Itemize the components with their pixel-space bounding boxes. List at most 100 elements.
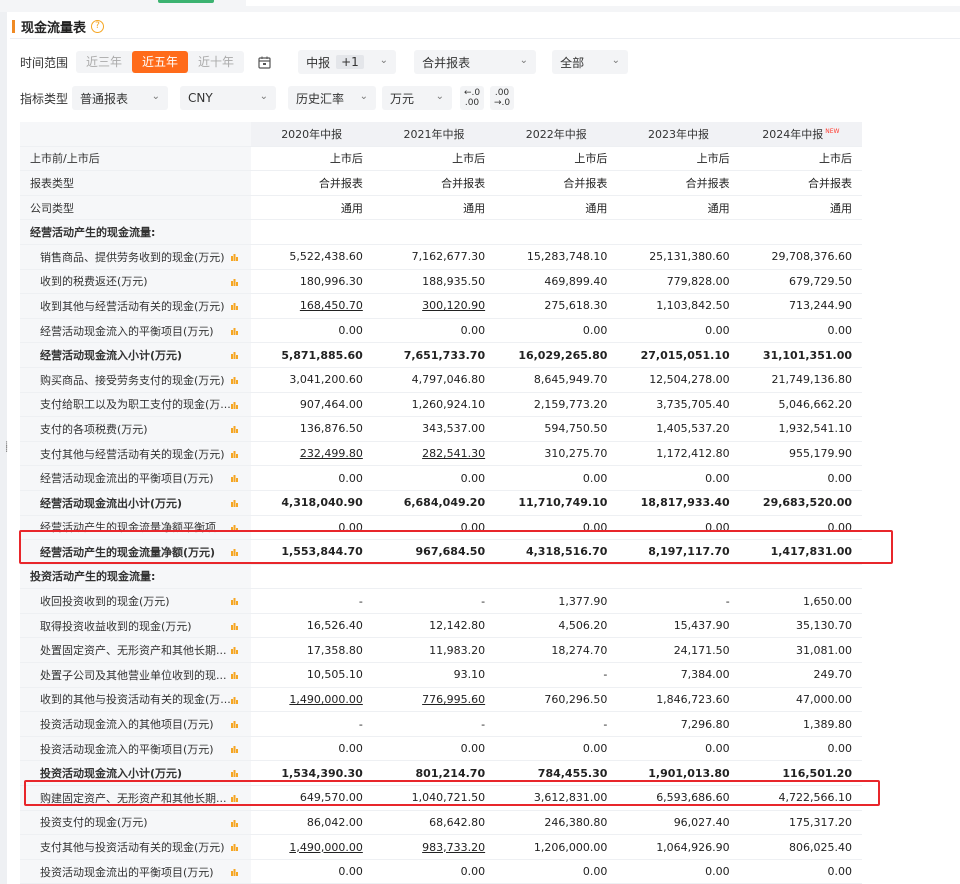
column-header[interactable]: 2020年中报	[250, 122, 373, 147]
table-cell[interactable]: 232,499.80	[250, 441, 373, 467]
unit-select[interactable]: 万元 ⌄	[382, 86, 453, 110]
bar-chart-icon[interactable]	[230, 277, 239, 286]
row-label-cell: 经营活动现金流出小计(万元)	[20, 490, 251, 516]
bar-chart-icon[interactable]	[230, 768, 239, 778]
table-cell[interactable]: 282,541.30	[372, 441, 496, 467]
row-label-cell: 支付其他与经营活动有关的现金(万元)	[20, 441, 251, 467]
table-cell	[250, 219, 373, 245]
table-cell: -	[372, 711, 496, 737]
row-label-cell: 收到其他与经营活动有关的现金(万元)	[20, 293, 251, 319]
table-cell[interactable]: 1,490,000.00	[250, 834, 373, 860]
table-cell[interactable]: 983,733.20	[372, 834, 496, 860]
period-select[interactable]: 中报 +1 ⌄	[298, 50, 397, 74]
time-option-10y[interactable]: 近十年	[188, 51, 244, 73]
time-range-label: 时间范围	[20, 55, 69, 70]
fx-rate-select[interactable]: 历史汇率 ⌄	[288, 86, 377, 110]
page-title: 现金流量表	[21, 20, 87, 36]
increase-decimal-button[interactable]: .00 →.0	[490, 86, 515, 110]
bar-chart-icon[interactable]	[230, 326, 239, 335]
table-row: 经营活动现金流入的平衡项目(万元) 0.00 0.00 0.00 0.00 0.00	[20, 318, 862, 344]
bar-chart-icon[interactable]	[230, 350, 239, 360]
bar-chart-icon[interactable]	[230, 719, 239, 729]
table-row: 支付其他与经营活动有关的现金(万元) 232,499.80 282,541.30 31…	[20, 441, 862, 467]
bar-chart-icon[interactable]	[230, 842, 239, 852]
indicator-type-select[interactable]: 普通报表 ⌄	[72, 86, 169, 110]
chevron-down-icon: ⌄	[151, 91, 161, 102]
bar-chart-icon[interactable]	[230, 375, 239, 384]
row-label-cell: 投资支付的现金(万元)	[20, 810, 251, 836]
bar-chart-icon[interactable]	[230, 400, 239, 409]
chevron-down-icon: ⌄	[359, 91, 369, 102]
bar-chart-icon[interactable]	[230, 473, 239, 483]
column-header[interactable]: 2024年中报 NEW	[739, 122, 862, 147]
help-icon[interactable]: ?	[91, 19, 105, 33]
table-cell	[739, 219, 862, 245]
row-label: 购买商品、接受劳务支付的现金(万元)	[40, 373, 225, 387]
bar-chart-icon[interactable]	[230, 424, 239, 434]
table-cell: 7,651,733.70	[372, 342, 496, 368]
bar-chart-icon[interactable]	[230, 621, 239, 630]
table-cell: 16,526.40	[250, 613, 373, 639]
table-cell[interactable]: 1,490,000.00	[250, 687, 373, 713]
column-header[interactable]: 2022年中报	[495, 122, 618, 147]
table-cell: 12,142.80	[372, 613, 496, 639]
column-header[interactable]: 2023年中报	[617, 122, 740, 147]
bar-chart-icon[interactable]	[230, 449, 239, 458]
table-row: 收到的其他与投资活动有关的现金(万... 1,490,000.00 776,995.…	[20, 687, 862, 713]
bar-chart-icon[interactable]	[230, 744, 239, 753]
table-cell: 806,025.40	[739, 834, 862, 860]
table-row: 取得投资收益收到的现金(万元) 16,526.40 12,142.80 4,506.2…	[20, 613, 862, 639]
chevron-down-icon: ⌄	[519, 55, 529, 66]
table-cell[interactable]: 168,450.70	[250, 293, 373, 319]
bar-chart-icon[interactable]	[230, 596, 239, 606]
table-cell: 35,130.70	[739, 613, 862, 639]
row-label-cell: 支付其他与投资活动有关的现金(万元)	[20, 834, 251, 860]
category-select[interactable]: 全部 ⌄	[552, 50, 629, 74]
bar-chart-icon[interactable]	[230, 252, 239, 261]
table-cell: 上市后	[495, 146, 618, 172]
table-cell[interactable]: 776,995.60	[372, 687, 496, 713]
row-label: 投资活动产生的现金流量:	[30, 570, 156, 584]
bar-chart-icon[interactable]	[230, 867, 239, 876]
column-header[interactable]: 2021年中报	[372, 122, 496, 147]
row-label-cell: 收回投资收到的现金(万元)	[20, 588, 251, 614]
bar-chart-icon[interactable]	[230, 301, 239, 311]
row-label: 经营活动产生的现金流量:	[30, 226, 156, 240]
time-option-3y[interactable]: 近三年	[76, 51, 132, 73]
bar-chart-icon[interactable]	[230, 695, 239, 704]
table-cell: 29,708,376.60	[739, 244, 862, 270]
bar-chart-icon[interactable]	[230, 498, 239, 507]
decrease-decimal-button[interactable]: ←.0 .00	[460, 86, 485, 110]
table-cell: 11,983.20	[372, 637, 496, 664]
table-row: 投资活动产生的现金流量:	[20, 564, 862, 590]
row-label-cell: 经营活动现金流入的平衡项目(万元)	[20, 318, 251, 344]
drag-handle-icon[interactable]: ⁞ ⁞	[5, 441, 11, 455]
bar-chart-icon[interactable]	[230, 818, 239, 827]
row-label: 经营活动现金流出的平衡项目(万元)	[40, 472, 214, 486]
row-label: 收到的税费返还(万元)	[40, 275, 148, 289]
report-scope-select[interactable]: 合并报表 ⌄	[414, 50, 537, 74]
row-label-cell: 报表类型	[20, 170, 251, 196]
table-cell: 通用	[372, 195, 496, 221]
table-cell[interactable]: 300,120.90	[372, 293, 496, 319]
table-cell	[372, 564, 496, 590]
currency-select[interactable]: CNY ⌄	[180, 86, 277, 110]
new-badge: NEW	[825, 128, 840, 136]
table-cell: 7,384.00	[617, 662, 740, 688]
table-cell: 2,159,773.20	[495, 392, 618, 418]
table-cell	[495, 564, 618, 590]
calendar-icon[interactable]	[252, 51, 276, 73]
bar-chart-icon[interactable]	[230, 645, 239, 655]
time-option-5y[interactable]: 近五年	[132, 51, 189, 73]
row-label-cell: 投资活动产生的现金流量:	[20, 564, 251, 590]
row-label: 投资活动现金流入的平衡项目(万元)	[40, 742, 214, 756]
table-row: 处置固定资产、无形资产和其他长期... 17,358.80 11,983.20 18,…	[20, 637, 862, 664]
row-label-cell: 取得投资收益收到的现金(万元)	[20, 613, 251, 639]
row-label: 取得投资收益收到的现金(万元)	[40, 619, 192, 633]
column-header-label: 2022年中报	[525, 127, 587, 141]
table-cell: 0.00	[739, 736, 862, 762]
table-row: 支付其他与投资活动有关的现金(万元) 1,490,000.00 983,733.20…	[20, 834, 862, 860]
bar-chart-icon[interactable]	[230, 670, 239, 680]
column-header-label: 2024年中报	[762, 127, 824, 141]
row-label: 报表类型	[30, 176, 74, 190]
